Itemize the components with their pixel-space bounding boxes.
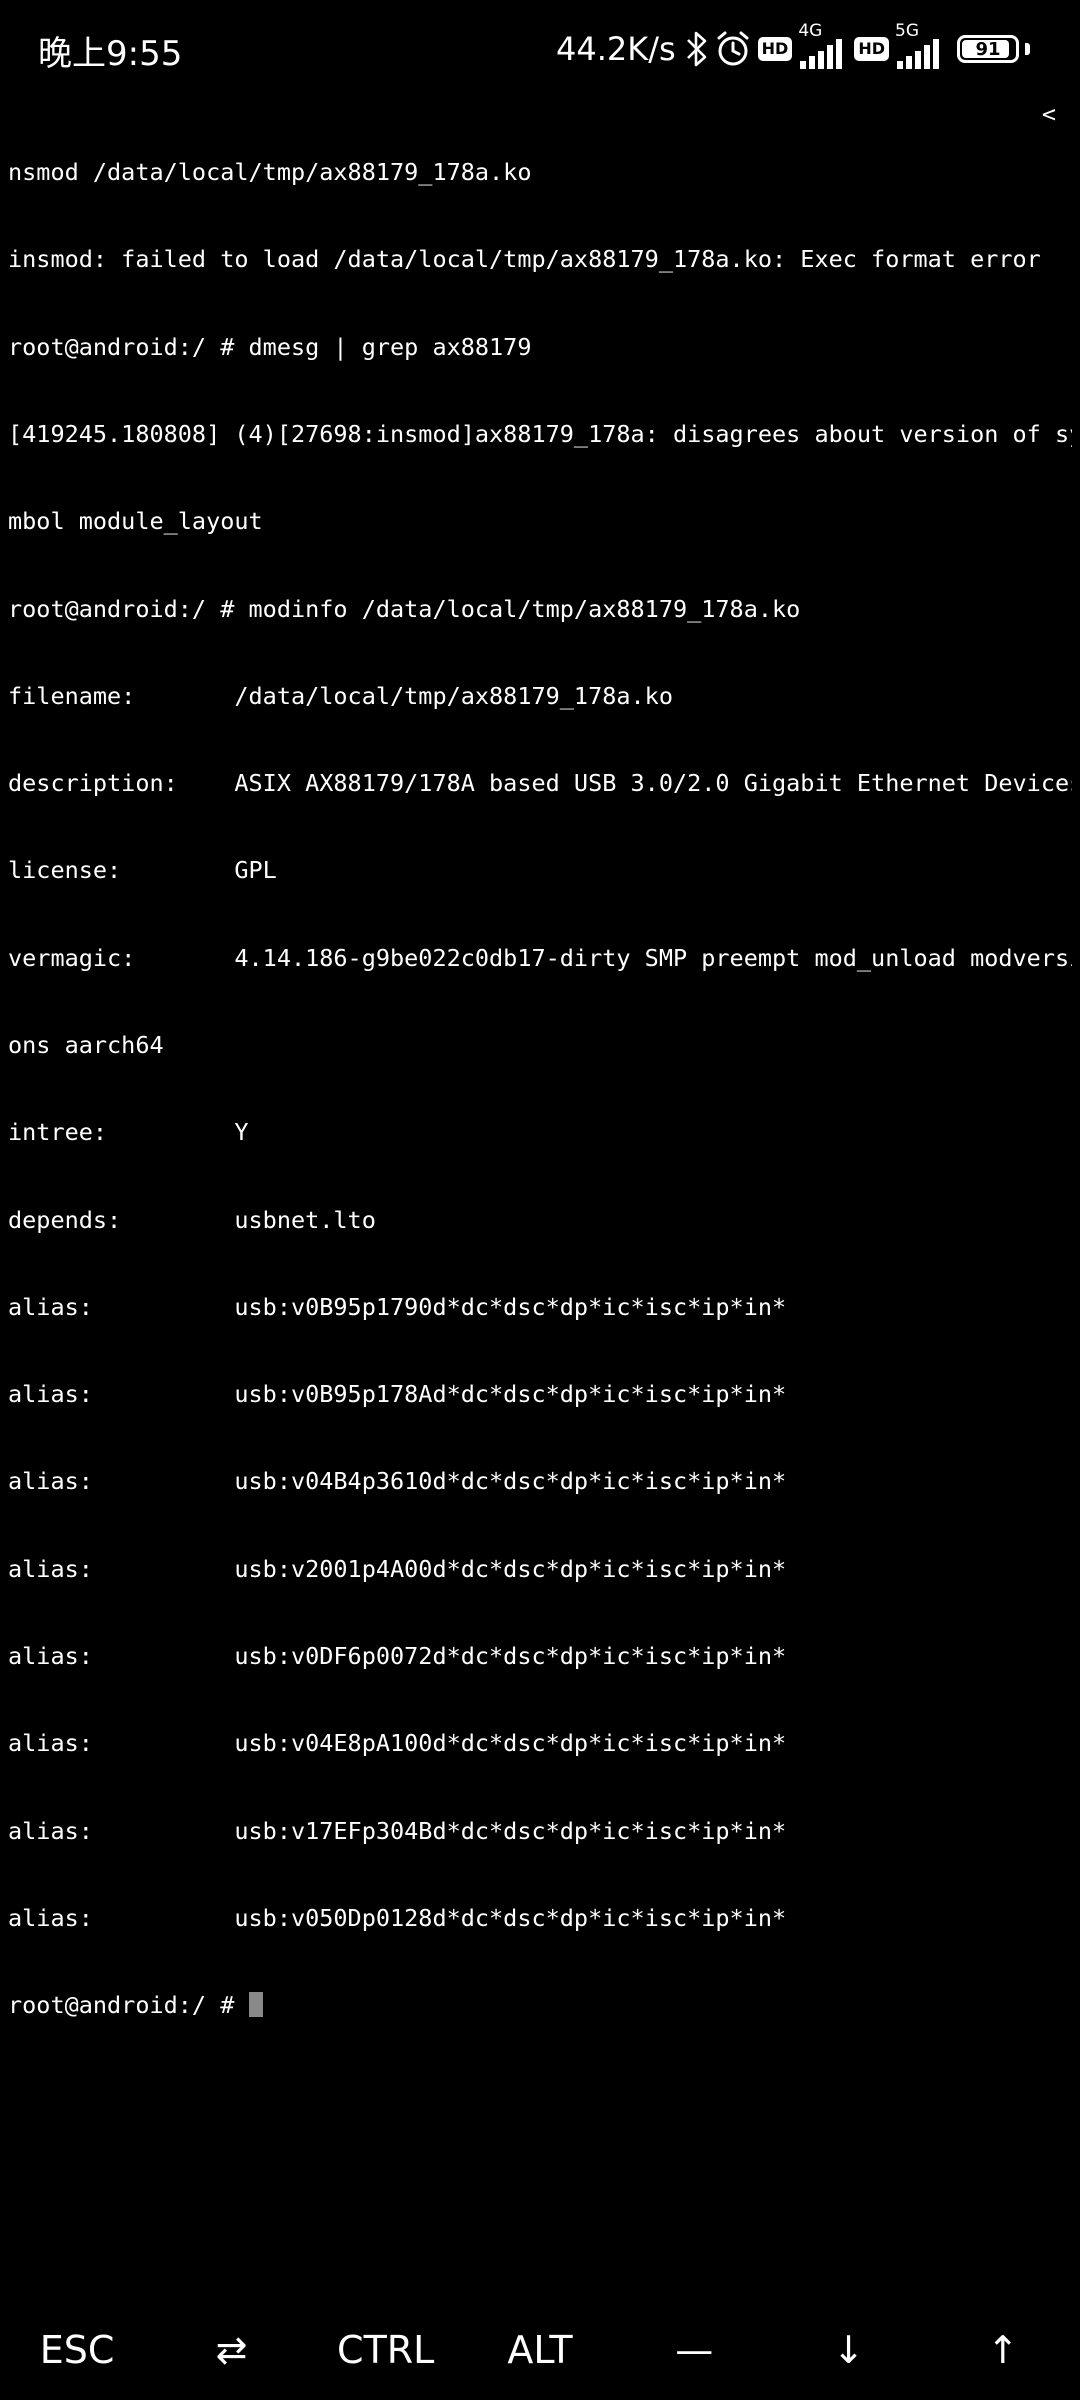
hd-voice-icon-2: HD (854, 37, 889, 61)
signal-5g-icon: 5G (895, 21, 945, 69)
signal-4g-icon: 4G (798, 21, 848, 69)
network-speed: 44.2K/s (555, 30, 676, 68)
terminal-line: root@android:/ # dmesg | grep ax88179 (8, 332, 532, 361)
battery-icon: 91 (957, 35, 1019, 63)
esc-key[interactable]: ESC (0, 2328, 154, 2372)
terminal-line: [419245.180808] (4)[27698:insmod]ax88179… (8, 420, 1072, 449)
terminal-line: license: GPL (8, 856, 277, 885)
tab-key[interactable]: ⇄ (154, 2328, 308, 2372)
ctrl-key[interactable]: CTRL (309, 2328, 463, 2372)
terminal-output[interactable]: nsmod /data/local/tmp/ax88179_178a.ko in… (8, 100, 1072, 2049)
terminal-line: filename: /data/local/tmp/ax88179_178a.k… (8, 681, 673, 710)
alarm-icon (714, 30, 752, 68)
battery-level: 91 (975, 38, 1001, 60)
terminal-line: mbol module_layout (8, 507, 263, 536)
terminal-line: alias: usb:v04B4p3610d*dc*dsc*dp*ic*isc*… (8, 1467, 787, 1496)
battery-tip (1025, 43, 1030, 55)
status-time: 晚上9:55 (38, 34, 183, 74)
terminal-line: intree: Y (8, 1118, 249, 1147)
dash-key[interactable]: — (617, 2328, 771, 2372)
terminal-line: ons aarch64 (8, 1031, 164, 1059)
extra-keys-bar: ESC ⇄ CTRL ALT — ↓ ↑ (0, 2300, 1080, 2400)
arrow-up-key[interactable]: ↑ (926, 2328, 1080, 2372)
terminal-prompt-line[interactable]: root@android:/ # (8, 1991, 1072, 2020)
terminal-cursor (248, 1992, 263, 2018)
status-icons: 44.2K/s HD 4G HD 5G 91 (555, 21, 1030, 72)
network-type-4g: 4G (798, 21, 823, 41)
terminal-line: depends: usbnet.lto (8, 1205, 376, 1234)
bluetooth-icon (686, 31, 708, 67)
terminal-prompt: root@android:/ # (8, 1991, 249, 2020)
terminal-line: root@android:/ # modinfo /data/local/tmp… (8, 594, 801, 623)
terminal-line: vermagic: 4.14.186-g9be022c0db17-dirty S… (8, 943, 1072, 972)
network-type-5g: 5G (895, 21, 919, 41)
terminal-line: alias: usb:v0B95p178Ad*dc*dsc*dp*ic*isc*… (8, 1380, 787, 1409)
terminal-line: alias: usb:v2001p4A00d*dc*dsc*dp*ic*isc*… (8, 1554, 787, 1583)
alt-key[interactable]: ALT (463, 2328, 617, 2372)
status-bar: 晚上9:55 44.2K/s HD 4G HD 5G 91 (0, 0, 1080, 96)
terminal-line: description: ASIX AX88179/178A based USB… (8, 769, 1072, 798)
terminal-line: alias: usb:v0B95p1790d*dc*dsc*dp*ic*isc*… (8, 1292, 787, 1321)
terminal-line: alias: usb:v050Dp0128d*dc*dsc*dp*ic*isc*… (8, 1903, 787, 1932)
terminal-line: alias: usb:v0DF6p0072d*dc*dsc*dp*ic*isc*… (8, 1641, 787, 1670)
arrow-down-key[interactable]: ↓ (771, 2328, 925, 2372)
terminal-line: insmod: failed to load /data/local/tmp/a… (8, 245, 1041, 274)
terminal-line: alias: usb:v04E8pA100d*dc*dsc*dp*ic*isc*… (8, 1729, 787, 1758)
terminal-line: alias: usb:v17EFp304Bd*dc*dsc*dp*ic*isc*… (8, 1816, 787, 1845)
hd-voice-icon: HD (757, 37, 793, 61)
terminal-line: nsmod /data/local/tmp/ax88179_178a.ko (8, 158, 532, 187)
